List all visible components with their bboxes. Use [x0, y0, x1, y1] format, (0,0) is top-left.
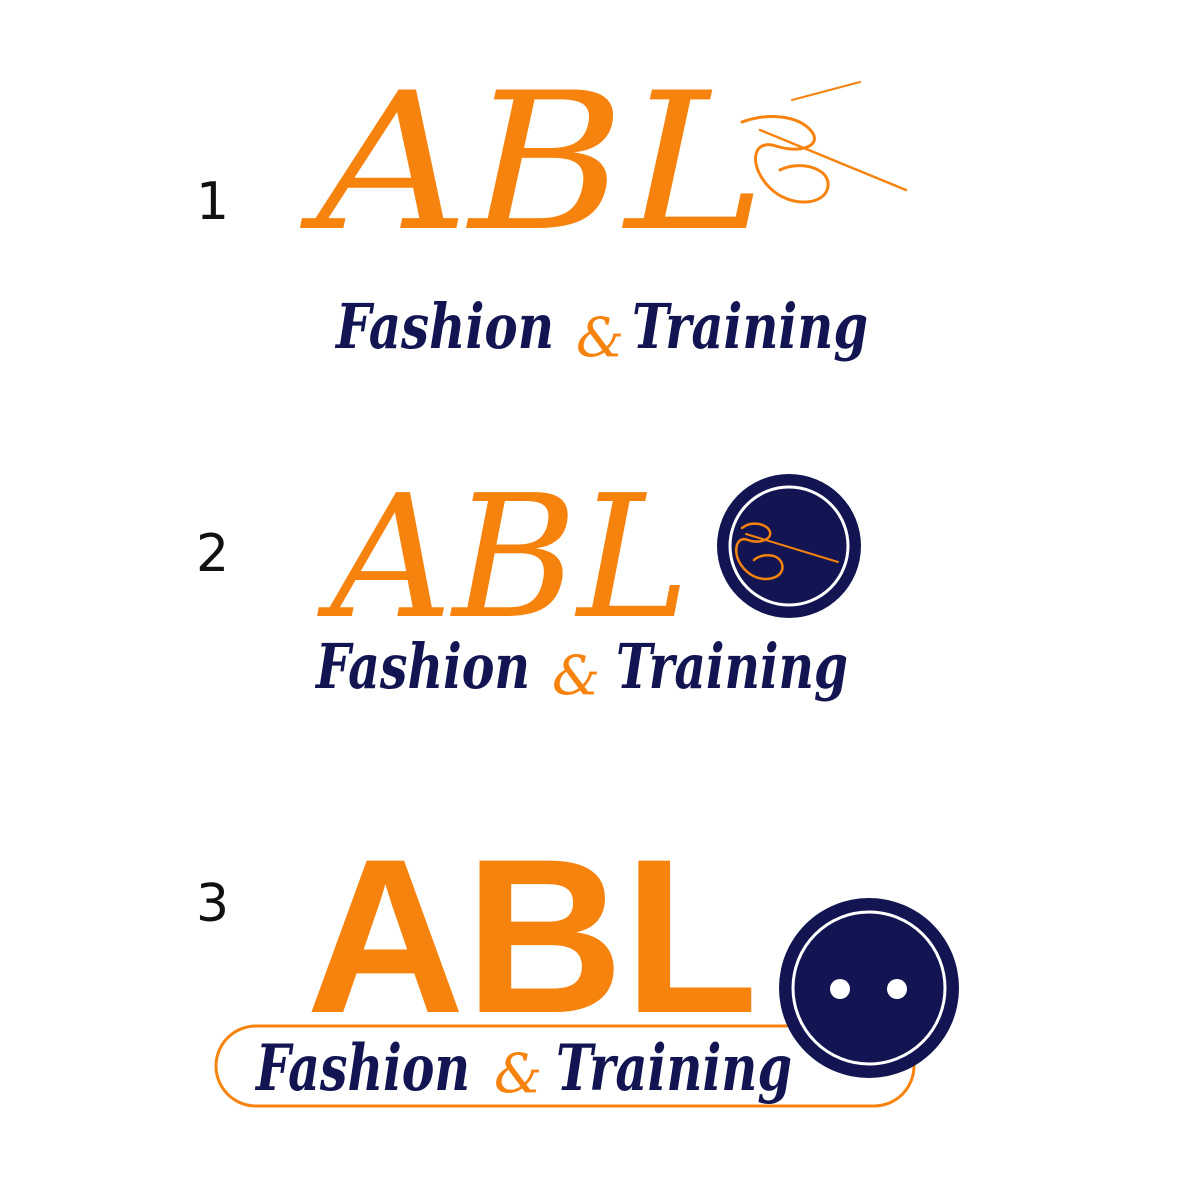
logo-1-tagline-amp: &	[576, 306, 624, 369]
logo-1-monogram: ABL	[299, 52, 766, 273]
needle-thread-icon	[740, 81, 908, 204]
logo-option-3: ABL Fashion & Training	[214, 813, 959, 1108]
logo-1-tagline: Fashion & Training	[334, 290, 868, 369]
logo-2-tagline-amp: &	[552, 644, 600, 707]
sewing-button-icon	[779, 898, 959, 1078]
logo-option-2: ABL Fashion & Training	[314, 459, 861, 707]
logo-1-tagline-left: Fashion	[334, 290, 554, 363]
logo-3-tagline-amp: &	[494, 1042, 542, 1105]
logo-2-monogram: ABL	[317, 459, 690, 657]
logo-3-tagline: Fashion & Training	[254, 1031, 792, 1106]
logo-3-monogram: ABL	[306, 813, 758, 1059]
logo-1-tagline-right: Training	[632, 290, 868, 363]
logo-3-tagline-right: Training	[556, 1031, 792, 1106]
logo-option-1: ABL Fashion & Training	[299, 52, 908, 369]
logo-2-tagline-right: Training	[616, 630, 848, 703]
logo-3-tagline-left: Fashion	[254, 1031, 470, 1106]
logo-2-tagline-left: Fashion	[314, 630, 530, 703]
needle-button-icon	[717, 474, 861, 618]
